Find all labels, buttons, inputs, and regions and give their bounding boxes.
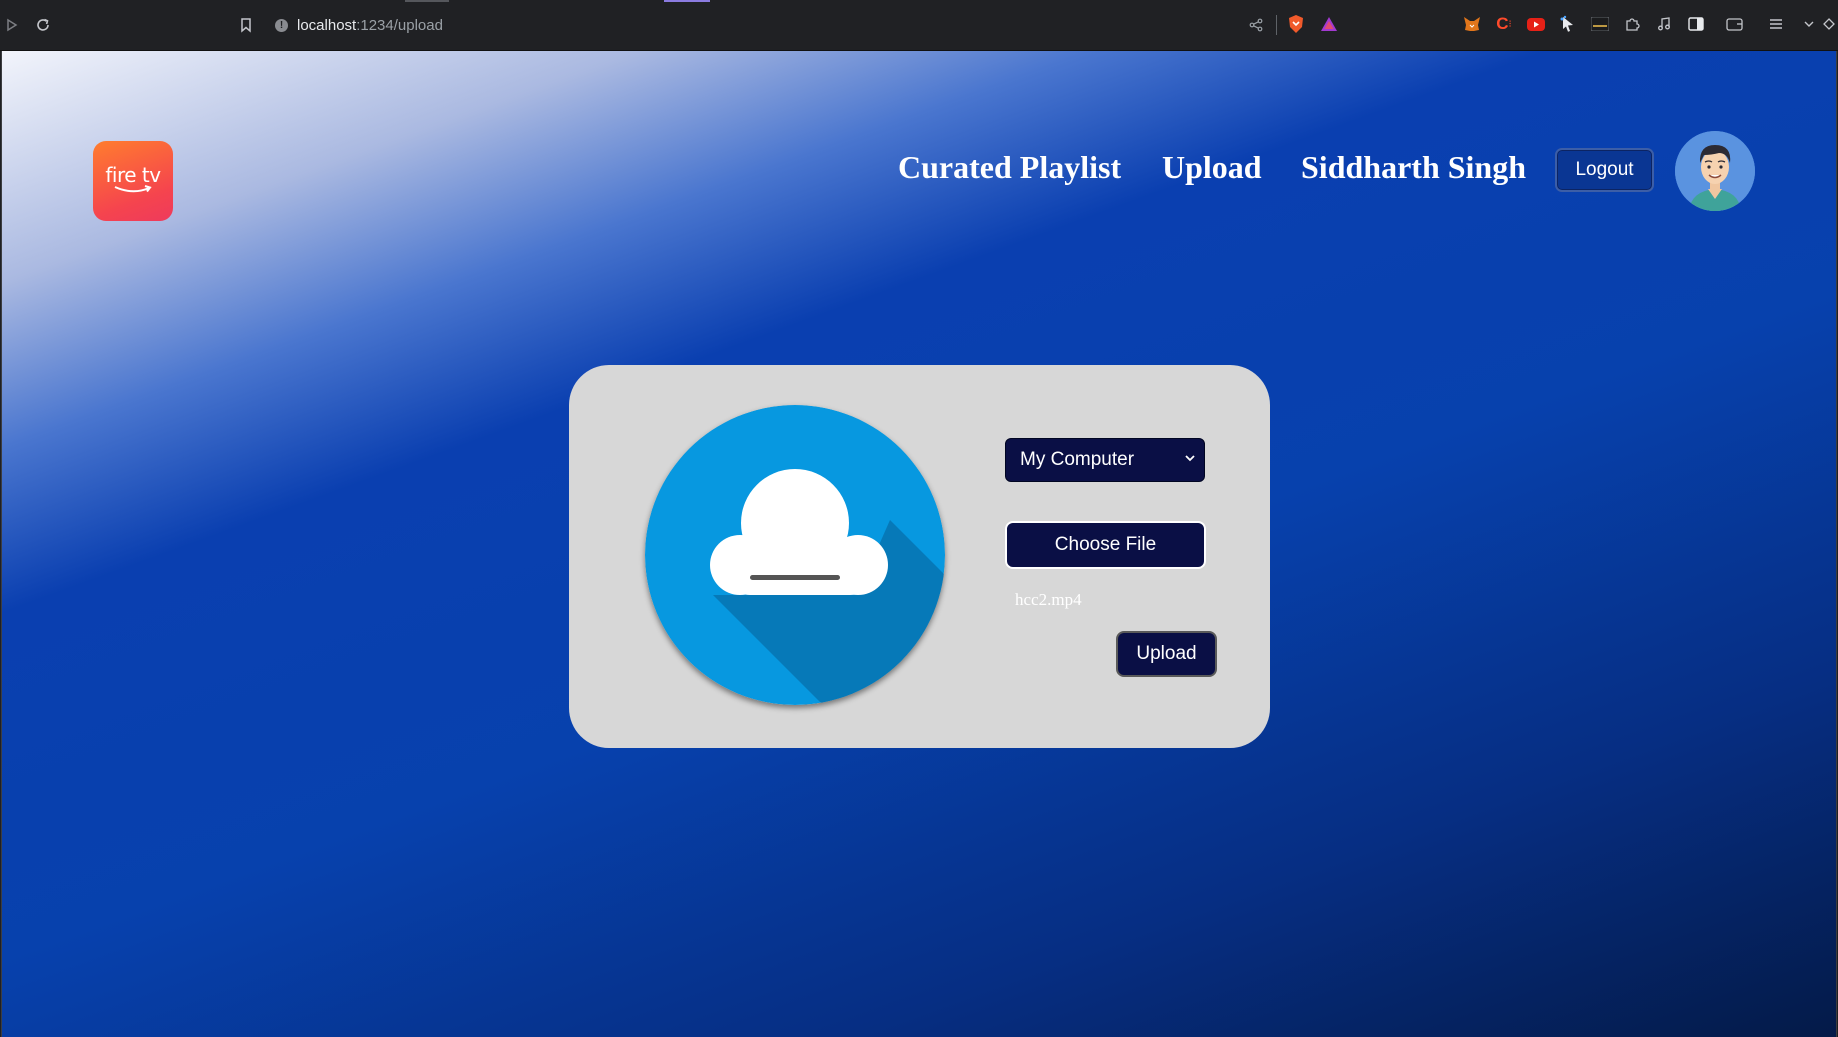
logo-text: fire tv <box>105 163 161 187</box>
terminal-icon[interactable] <box>1590 14 1610 34</box>
chevron-down-icon[interactable] <box>1799 14 1819 34</box>
bookmark-icon[interactable] <box>234 13 258 37</box>
menu-icon[interactable] <box>1766 14 1786 34</box>
url-path: :1234/upload <box>356 16 443 34</box>
chevron-down-icon <box>1184 451 1196 466</box>
upload-card: My Computer Choose File hcc2.mp4 Upload <box>569 365 1270 748</box>
upload-button[interactable]: Upload <box>1116 631 1217 677</box>
logout-button[interactable]: Logout <box>1555 148 1654 192</box>
diamond-icon[interactable] <box>1822 14 1836 34</box>
nav-user-name[interactable]: Siddharth Singh <box>1301 149 1526 186</box>
choose-file-button[interactable]: Choose File <box>1005 521 1206 569</box>
selected-file-name: hcc2.mp4 <box>1015 590 1082 609</box>
toolbar-divider <box>1276 15 1277 35</box>
tab-indicator <box>405 0 449 2</box>
browser-toolbar: ! localhost:1234/upload C ⁝ <box>0 0 1838 51</box>
brave-shield-icon[interactable] <box>1286 14 1306 34</box>
metamask-icon[interactable] <box>1462 14 1482 34</box>
info-icon[interactable]: ! <box>275 18 288 32</box>
c-extension-icon[interactable]: C ⁝ <box>1494 14 1514 34</box>
user-avatar[interactable] <box>1675 131 1755 211</box>
cloud-upload-icon <box>645 405 945 705</box>
active-tab-indicator <box>664 0 710 2</box>
puzzle-icon[interactable] <box>1622 14 1642 34</box>
youtube-icon[interactable] <box>1526 14 1546 34</box>
smile-arrow-icon <box>114 185 152 193</box>
play-icon[interactable] <box>0 13 24 37</box>
nav-upload[interactable]: Upload <box>1162 149 1262 186</box>
url-host: localhost <box>297 16 357 34</box>
share-icon[interactable] <box>1244 13 1268 37</box>
cursor-icon[interactable] <box>1558 14 1578 34</box>
wallet-icon[interactable] <box>1724 14 1744 34</box>
sidebar-icon[interactable] <box>1686 14 1706 34</box>
firetv-logo[interactable]: fire tv <box>93 141 173 221</box>
reload-icon[interactable] <box>31 13 55 37</box>
address-bar[interactable]: ! localhost:1234/upload <box>275 12 443 38</box>
source-select[interactable]: My Computer <box>1005 438 1205 482</box>
nav-curated-playlist[interactable]: Curated Playlist <box>898 149 1121 186</box>
brave-rewards-icon[interactable] <box>1319 14 1339 34</box>
music-icon[interactable] <box>1654 14 1674 34</box>
source-select-value: My Computer <box>1020 449 1135 470</box>
upload-page: fire tv Curated Playlist Upload Siddhart… <box>1 51 1837 1037</box>
